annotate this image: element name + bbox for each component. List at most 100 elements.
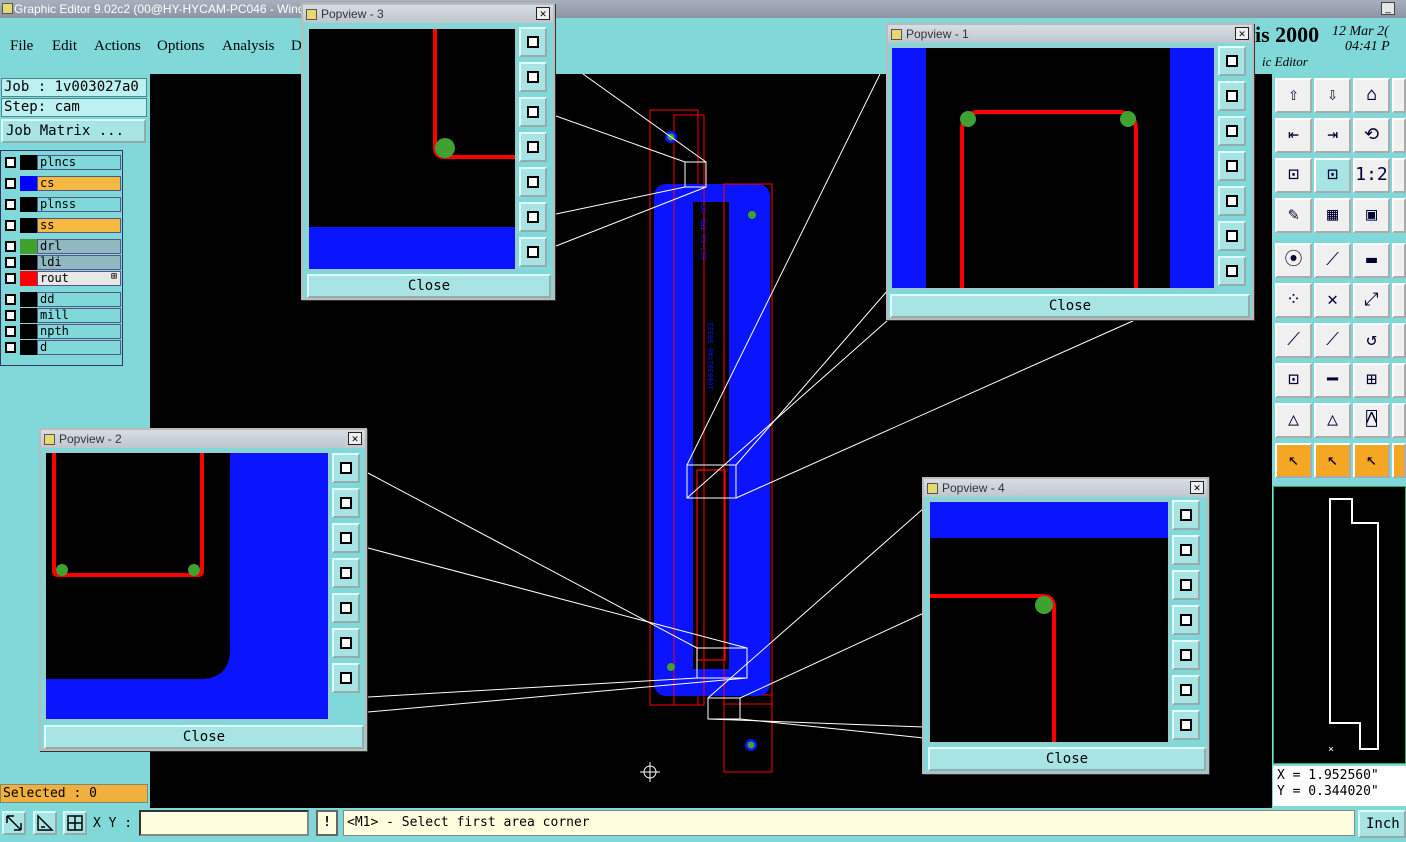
layer-checkbox[interactable] bbox=[5, 241, 16, 252]
layer-name[interactable]: cs bbox=[37, 176, 121, 191]
layer-row-d[interactable]: d bbox=[3, 340, 121, 355]
pointer-icon[interactable]: ↖ bbox=[1275, 443, 1312, 478]
layer-checkbox[interactable] bbox=[5, 310, 16, 321]
zoom-home-icon[interactable] bbox=[519, 27, 547, 57]
layer-name[interactable]: plnss bbox=[37, 197, 121, 212]
more-icon[interactable] bbox=[1392, 363, 1406, 398]
more-icon[interactable] bbox=[1392, 283, 1406, 318]
mini-map[interactable]: × bbox=[1273, 486, 1406, 764]
line-draw-icon[interactable]: ⟋ bbox=[1275, 323, 1312, 358]
zoom-home-icon[interactable] bbox=[332, 453, 360, 483]
popview-view[interactable] bbox=[928, 500, 1170, 744]
menu-file[interactable]: File bbox=[10, 38, 33, 55]
pan-right-icon[interactable] bbox=[1218, 186, 1246, 216]
net-icon[interactable]: ⁘ bbox=[1275, 283, 1312, 318]
more-icon[interactable] bbox=[1392, 158, 1406, 193]
feature-icon[interactable]: ⊡ bbox=[1275, 363, 1312, 398]
zoom-fit-icon[interactable]: ⊡ bbox=[1275, 158, 1312, 193]
close-icon[interactable]: ✕ bbox=[1235, 27, 1249, 40]
alert-button[interactable]: ! bbox=[316, 810, 338, 836]
pan-left-icon[interactable] bbox=[1218, 151, 1246, 181]
layer-name[interactable]: ss bbox=[37, 218, 121, 233]
pan-left-icon[interactable] bbox=[332, 558, 360, 588]
top-layer-icon[interactable]: ⇧ bbox=[1275, 78, 1312, 113]
layer-row-drl[interactable]: drl bbox=[3, 239, 121, 254]
bottom-layer-icon[interactable]: ⇩ bbox=[1314, 78, 1351, 113]
zoom-in-icon[interactable] bbox=[519, 62, 547, 92]
layer-row-plnss[interactable]: plnss bbox=[3, 197, 121, 212]
popview-view[interactable] bbox=[44, 451, 330, 721]
layer-checkbox[interactable] bbox=[5, 342, 16, 353]
prev-icon[interactable]: ⇤ bbox=[1275, 118, 1312, 153]
layer-row-dd[interactable]: dd bbox=[3, 292, 121, 307]
pan-icon[interactable] bbox=[1218, 256, 1246, 286]
layer-name[interactable]: ldi bbox=[37, 255, 121, 270]
pan-right-icon[interactable] bbox=[332, 593, 360, 623]
arc-icon[interactable]: ↺ bbox=[1353, 323, 1390, 358]
popview-view[interactable] bbox=[307, 27, 517, 271]
next-icon[interactable]: ⇥ bbox=[1314, 118, 1351, 153]
snap-icon[interactable]: ▣ bbox=[1353, 198, 1390, 233]
popview-4[interactable]: Popview - 4 ✕ Close bbox=[922, 477, 1209, 774]
grid-snap-icon[interactable] bbox=[63, 811, 87, 835]
layer-checkbox[interactable] bbox=[5, 157, 16, 168]
layer-checkbox[interactable] bbox=[5, 294, 16, 305]
close-button[interactable]: Close bbox=[44, 725, 364, 749]
close-button[interactable]: Close bbox=[928, 747, 1206, 771]
xy-input[interactable] bbox=[139, 810, 309, 836]
layer-row-ldi[interactable]: ldi bbox=[3, 255, 121, 270]
close-icon[interactable]: ✕ bbox=[348, 432, 362, 445]
close-icon[interactable]: ✕ bbox=[1190, 481, 1204, 494]
menu-edit[interactable]: Edit bbox=[52, 38, 77, 55]
measure-icon[interactable] bbox=[33, 811, 57, 835]
scale-icon[interactable]: 1:2 bbox=[1353, 158, 1390, 193]
triangle-icon[interactable]: △ bbox=[1275, 403, 1312, 438]
layer-row-mill[interactable]: mill bbox=[3, 308, 121, 323]
more-icon[interactable] bbox=[1392, 78, 1406, 113]
zoom-home-icon[interactable] bbox=[1218, 46, 1246, 76]
units-button[interactable]: Inch bbox=[1358, 810, 1406, 838]
layer-name[interactable]: drl bbox=[37, 239, 121, 254]
zoom-out-icon[interactable] bbox=[1172, 570, 1200, 600]
zoom-home-icon[interactable] bbox=[1172, 500, 1200, 530]
minimize-button[interactable]: _ bbox=[1381, 2, 1395, 15]
zoom-out-icon[interactable] bbox=[519, 97, 547, 127]
popview-2[interactable]: Popview - 2 ✕ Close bbox=[39, 428, 367, 751]
profile-icon[interactable]: ⍓ bbox=[1353, 403, 1390, 438]
pan-left-icon[interactable] bbox=[1172, 605, 1200, 635]
undo-icon[interactable]: ⟲ bbox=[1353, 118, 1390, 153]
layer-row-npth[interactable]: npth bbox=[3, 324, 121, 339]
layer-row-plncs[interactable]: plncs bbox=[3, 155, 121, 170]
layer-name[interactable]: mill bbox=[37, 308, 121, 323]
layer-row-rout[interactable]: rout ⊞ bbox=[3, 271, 121, 286]
layer-checkbox[interactable] bbox=[5, 178, 16, 189]
layer-checkbox[interactable] bbox=[5, 199, 16, 210]
layer-checkbox[interactable] bbox=[5, 326, 16, 337]
segment-icon[interactable]: ━ bbox=[1314, 363, 1351, 398]
line-select-icon[interactable]: ⟋ bbox=[1314, 323, 1351, 358]
popview-1[interactable]: Popview - 1 ✕ Close bbox=[886, 23, 1254, 320]
layer-checkbox[interactable] bbox=[5, 220, 16, 231]
zoom-center-icon[interactable]: ⊡ bbox=[1314, 158, 1351, 193]
zoom-out-icon[interactable] bbox=[1218, 116, 1246, 146]
triangle-icon[interactable]: △ bbox=[1314, 403, 1351, 438]
cross-icon[interactable]: ✕ bbox=[1314, 283, 1351, 318]
layer-checkbox[interactable] bbox=[5, 273, 16, 284]
pointer-icon[interactable]: ↖ bbox=[1353, 443, 1390, 478]
move-icon[interactable]: ⤢ bbox=[1353, 283, 1390, 318]
pan-icon[interactable] bbox=[519, 237, 547, 267]
layer-name[interactable]: d bbox=[37, 340, 121, 355]
home-icon[interactable]: ⌂ bbox=[1353, 78, 1390, 113]
close-button[interactable]: Close bbox=[890, 294, 1250, 318]
popview-3[interactable]: Popview - 3 ✕ Close bbox=[301, 3, 555, 300]
more-icon[interactable] bbox=[1392, 118, 1406, 153]
pan-left-icon[interactable] bbox=[519, 132, 547, 162]
more-icon[interactable] bbox=[1392, 243, 1406, 278]
layer-name[interactable]: npth bbox=[37, 324, 121, 339]
layer-row-cs[interactable]: cs bbox=[3, 176, 121, 191]
pan-icon[interactable] bbox=[332, 663, 360, 693]
zoom-in-icon[interactable] bbox=[1172, 535, 1200, 565]
layer-checkbox[interactable] bbox=[5, 257, 16, 268]
layer-name[interactable]: rout bbox=[37, 271, 121, 286]
edit-icon[interactable]: ✎ bbox=[1275, 198, 1312, 233]
